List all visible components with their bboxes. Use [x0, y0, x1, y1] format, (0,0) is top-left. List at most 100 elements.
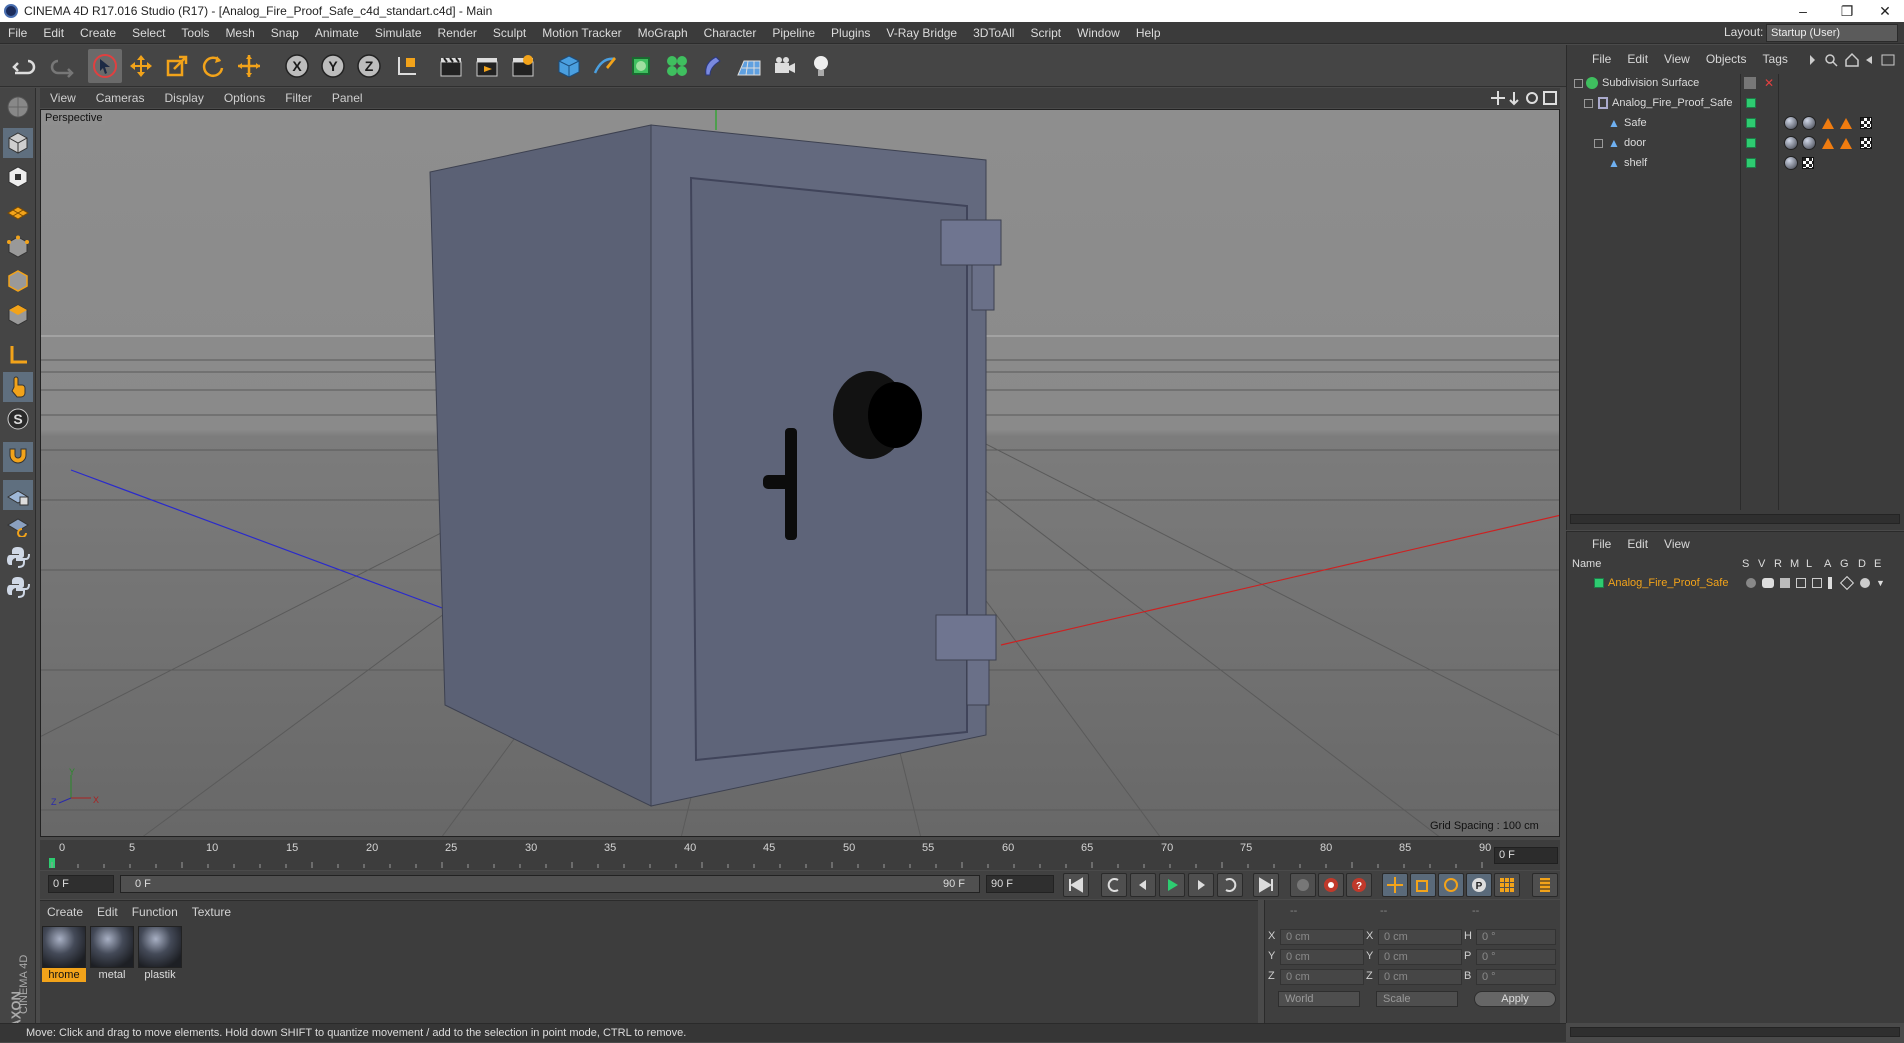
timeline-ruler[interactable]: 0 5 10 15 20 25 30 35 40 45 50 55 60 65 …: [40, 840, 1560, 870]
menu-mograph[interactable]: MoGraph: [630, 26, 696, 40]
menu-3dtoall[interactable]: 3DToAll: [965, 26, 1022, 40]
visibility-dot[interactable]: [1746, 138, 1756, 148]
phong-tag-icon[interactable]: [1822, 137, 1834, 149]
layer-menu-view[interactable]: View: [1656, 537, 1698, 551]
coordinate-mode-dropdown[interactable]: Scale: [1376, 991, 1458, 1007]
axis-mode-button[interactable]: [3, 340, 33, 370]
edges-mode-button[interactable]: [3, 266, 33, 296]
object-enabled-icon[interactable]: [1744, 77, 1756, 89]
menu-character[interactable]: Character: [696, 26, 765, 40]
texture-tag-icon[interactable]: [1860, 137, 1872, 149]
rotation-b-field[interactable]: 0 °: [1476, 969, 1556, 985]
obj-menu-objects[interactable]: Objects: [1698, 52, 1755, 66]
make-editable-button[interactable]: [3, 92, 33, 122]
workplane-button[interactable]: [3, 196, 33, 226]
menu-help[interactable]: Help: [1128, 26, 1169, 40]
apply-button[interactable]: Apply: [1474, 991, 1556, 1007]
z-axis-lock-button[interactable]: Z: [352, 49, 386, 83]
previous-frame-button[interactable]: [1130, 873, 1156, 897]
material-plastik[interactable]: plastik: [138, 926, 182, 982]
menu-animate[interactable]: Animate: [307, 26, 367, 40]
rotation-h-field[interactable]: 0 °: [1476, 929, 1556, 945]
menu-tools[interactable]: Tools: [173, 26, 217, 40]
texture-tag-icon[interactable]: [1802, 157, 1814, 169]
object-row-safe[interactable]: ▲ Safe: [1570, 114, 1904, 132]
cloner-button[interactable]: [660, 49, 694, 83]
coordinate-system-button[interactable]: [390, 49, 424, 83]
safe-model[interactable]: [429, 124, 1002, 807]
next-frame-button[interactable]: [1188, 873, 1214, 897]
redo-button[interactable]: [44, 49, 78, 83]
object-row-door[interactable]: ▲ door: [1570, 134, 1904, 152]
layer-row-analog-fire-proof-safe[interactable]: Analog_Fire_Proof_Safe ▼: [1570, 574, 1904, 592]
position-y-field[interactable]: 0 cm: [1280, 949, 1364, 965]
tweak-mode-button[interactable]: [3, 372, 33, 402]
locked-workplane-button[interactable]: [3, 480, 33, 510]
menu-file[interactable]: File: [0, 26, 35, 40]
visibility-dot[interactable]: [1746, 118, 1756, 128]
obj-menu-tags[interactable]: Tags: [1755, 52, 1796, 66]
size-z-field[interactable]: 0 cm: [1378, 969, 1462, 985]
live-selection-button[interactable]: [88, 49, 122, 83]
material-tag-icon[interactable]: [1784, 156, 1798, 170]
viewport-menu-view[interactable]: View: [40, 91, 86, 105]
go-to-end-button[interactable]: [1253, 873, 1279, 897]
layer-menu-file[interactable]: File: [1584, 537, 1619, 551]
move-tool-button[interactable]: [124, 49, 158, 83]
visibility-dot[interactable]: [1746, 98, 1756, 108]
previous-key-button[interactable]: [1101, 873, 1127, 897]
layer-color-swatch[interactable]: [1594, 578, 1604, 588]
menu-snap[interactable]: Snap: [263, 26, 307, 40]
menu-script[interactable]: Script: [1022, 26, 1069, 40]
solo-button[interactable]: S: [3, 404, 33, 434]
phong-tag-icon[interactable]: [1840, 137, 1852, 149]
viewport-nav-icons[interactable]: [1490, 90, 1558, 106]
expand-toggle-icon[interactable]: [1594, 138, 1603, 148]
next-key-button[interactable]: [1217, 873, 1243, 897]
subdivision-surface-button[interactable]: [624, 49, 658, 83]
max-frame-field[interactable]: 90 F: [986, 875, 1054, 893]
y-axis-lock-button[interactable]: Y: [316, 49, 350, 83]
material-menu-create[interactable]: Create: [40, 905, 90, 919]
key-scale-button[interactable]: [1410, 873, 1436, 897]
menu-simulate[interactable]: Simulate: [367, 26, 430, 40]
scale-tool-button[interactable]: [160, 49, 194, 83]
autokeying-button[interactable]: ?: [1346, 873, 1372, 897]
deformer-toggle-icon[interactable]: [1860, 578, 1870, 588]
object-manager-scrollbar[interactable]: [1570, 514, 1900, 524]
object-row-shelf[interactable]: ▲ shelf: [1570, 154, 1904, 172]
menu-vray-bridge[interactable]: V-Ray Bridge: [878, 26, 965, 40]
python-script-button[interactable]: [3, 572, 33, 602]
animation-toggle-icon[interactable]: [1828, 577, 1832, 589]
rotate-tool-button[interactable]: [196, 49, 230, 83]
camera-button[interactable]: [768, 49, 802, 83]
object-row-subdivision-surface[interactable]: Subdivision Surface ✕: [1570, 74, 1904, 92]
coordinate-space-dropdown[interactable]: World: [1278, 991, 1360, 1007]
menu-render[interactable]: Render: [430, 26, 485, 40]
phong-tag-icon[interactable]: [1840, 117, 1852, 129]
points-mode-button[interactable]: [3, 232, 33, 262]
visibility-dot[interactable]: [1746, 158, 1756, 168]
render-settings-button[interactable]: [506, 49, 540, 83]
obj-menu-edit[interactable]: Edit: [1619, 52, 1656, 66]
material-menu-function[interactable]: Function: [125, 905, 185, 919]
cube-primitive-button[interactable]: [552, 49, 586, 83]
texture-tag-icon[interactable]: [1860, 117, 1872, 129]
render-toggle-icon[interactable]: [1780, 578, 1790, 588]
size-x-field[interactable]: 0 cm: [1378, 929, 1462, 945]
viewport-menu-display[interactable]: Display: [154, 91, 213, 105]
lock-toggle-icon[interactable]: [1812, 578, 1822, 588]
deformer-button[interactable]: [696, 49, 730, 83]
viewport-menu-panel[interactable]: Panel: [322, 91, 373, 105]
viewport-menu-options[interactable]: Options: [214, 91, 275, 105]
obj-menu-view[interactable]: View: [1656, 52, 1698, 66]
key-rotation-button[interactable]: [1438, 873, 1464, 897]
planar-workplane-button[interactable]: [3, 510, 33, 540]
polygons-mode-button[interactable]: [3, 300, 33, 330]
expression-toggle-icon[interactable]: ▼: [1876, 578, 1885, 588]
key-parameter-button[interactable]: P: [1466, 873, 1492, 897]
collapse-toggle-icon[interactable]: [1574, 78, 1583, 88]
menu-motion-tracker[interactable]: Motion Tracker: [534, 26, 629, 40]
material-menu-texture[interactable]: Texture: [185, 905, 238, 919]
material-metal[interactable]: metal: [90, 926, 134, 982]
